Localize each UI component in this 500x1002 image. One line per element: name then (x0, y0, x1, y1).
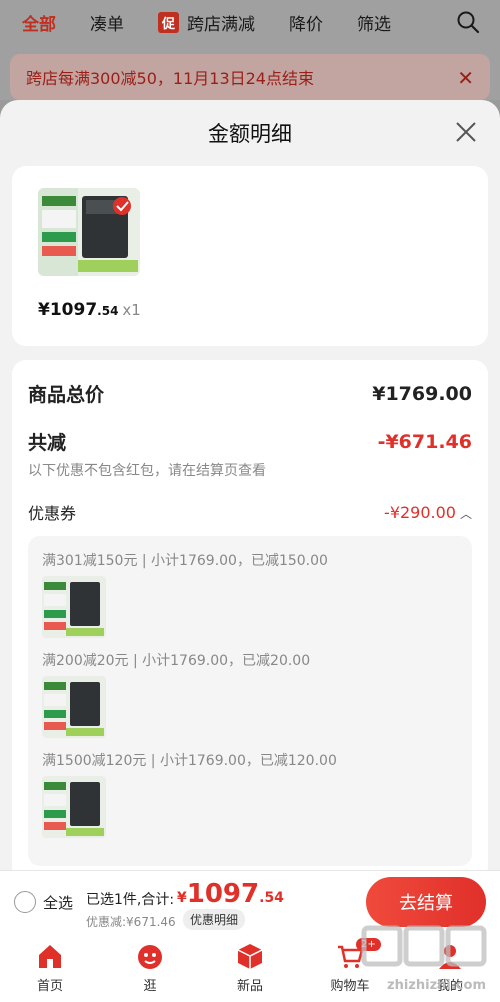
home-icon (39, 945, 61, 968)
checkout-button[interactable]: 去结算 (366, 877, 486, 927)
coupon-label: 优惠券 (28, 504, 77, 523)
promo-badge: 促 (158, 11, 180, 33)
tab-all[interactable]: 全部 (22, 10, 56, 35)
select-all-radio[interactable] (14, 891, 36, 913)
coupon-item-text: 满301减150元 | 小计1769.00，已减150.00 (42, 553, 328, 569)
select-all-label[interactable]: 全选 (43, 892, 73, 913)
tab-home[interactable]: 首页 (0, 936, 100, 1002)
coupon-list: 满301减150元 | 小计1769.00，已减150.00 满200减20元 … (28, 536, 472, 866)
sum-int: 1097 (186, 879, 260, 909)
reduce-row: 共减 -¥671.46 (28, 428, 472, 455)
tab-bundle[interactable]: 凑单 (90, 10, 124, 35)
tab-filter[interactable]: 筛选 (357, 10, 391, 35)
coupon-item-text: 满200减20元 | 小计1769.00，已减20.00 (42, 653, 311, 669)
sum-price: ¥1097.54 (177, 879, 284, 909)
banner-close-icon[interactable]: ✕ (457, 66, 474, 90)
total-label: 商品总价 (28, 384, 105, 406)
coupon-item-text: 满1500减120元 | 小计1769.00，已减120.00 (42, 753, 337, 769)
coupon-value-text: -¥290.00 (384, 502, 456, 522)
new-products-icon (237, 944, 263, 969)
watermark-text: zhizhizhi.com (387, 978, 486, 993)
tab-home-label: 首页 (36, 979, 63, 994)
total-value: ¥1769.00 (372, 382, 472, 405)
coupon-product-thumbnail (42, 676, 106, 738)
search-icon[interactable] (456, 10, 480, 34)
reduce-label: 共减 (28, 432, 67, 454)
product-card: ¥1097.54 x1 (12, 166, 488, 346)
category-tabs: 全部 凑单 促 跨店满减 降价 筛选 (0, 0, 500, 44)
tab-cross-store-label: 跨店满减 (187, 14, 256, 35)
amount-detail-sheet: 金额明细 ¥1097.54 x1 商品总价 ¥1769.00 共减 -¥671.… (0, 100, 500, 870)
tab-new-label: 新品 (236, 979, 263, 994)
promo-banner: 跨店每满300减50，11月13日24点结束 ✕ (10, 54, 490, 100)
browse-icon (138, 945, 162, 969)
reduce-value: -¥671.46 (377, 430, 472, 453)
product-price: ¥1097.54 x1 (38, 300, 141, 320)
coupon-value: -¥290.00 ︿ (384, 503, 472, 522)
discount-text: 优惠减:¥671.46 (86, 915, 176, 929)
chevron-up-icon[interactable]: ︿ (460, 507, 472, 521)
tab-browse[interactable]: 逛 (100, 936, 200, 1002)
coupon-product-thumbnail (42, 776, 106, 838)
close-icon[interactable] (454, 120, 478, 144)
price-detail-card: 商品总价 ¥1769.00 共减 -¥671.46 以下优惠不包含红包，请在结算… (12, 360, 488, 870)
total-row: 商品总价 ¥1769.00 (28, 380, 472, 407)
sheet-title: 金额明细 (208, 122, 292, 146)
reduce-note: 以下优惠不包含红包，请在结算页查看 (28, 463, 266, 479)
tab-price-drop[interactable]: 降价 (289, 10, 323, 35)
coupon-product-thumbnail (42, 576, 106, 638)
selected-count-text: 已选1件,合计: (86, 892, 175, 908)
product-price-int: ¥1097 (38, 300, 98, 320)
tab-cross-store[interactable]: 促 跨店满减 (158, 10, 255, 35)
sum-dec: .54 (259, 890, 284, 906)
product-qty: x1 (122, 301, 141, 319)
sum-yen: ¥ (177, 890, 187, 906)
promo-banner-text: 跨店每满300减50，11月13日24点结束 (26, 69, 314, 88)
discount-detail-button[interactable]: 优惠明细 (183, 909, 246, 930)
tab-new[interactable]: 新品 (200, 936, 300, 1002)
product-thumbnail[interactable] (38, 188, 140, 276)
product-price-dec: .54 (97, 304, 119, 318)
tab-browse-label: 逛 (143, 979, 157, 994)
coupon-row[interactable]: 优惠券 -¥290.00 ︿ (28, 500, 472, 524)
